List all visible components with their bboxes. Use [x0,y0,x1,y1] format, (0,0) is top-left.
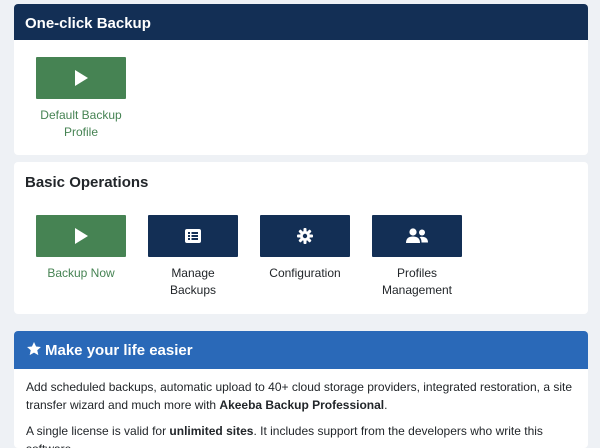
default-backup-profile-tile[interactable] [36,57,126,99]
promo-body: Add scheduled backups, automatic upload … [14,369,588,448]
gear-icon [297,228,313,244]
play-icon [75,70,88,86]
play-icon [75,228,88,244]
basic-operations-title: Basic Operations [25,174,149,191]
profiles-management-label[interactable]: Profiles Management [372,265,462,299]
promo-text-end: . [384,398,388,412]
license-text: A single license is valid for [26,424,170,438]
promo-header: Make your life easier [14,331,588,369]
list-icon [185,229,201,243]
promo-card: Make your life easier Add scheduled back… [14,331,588,448]
users-icon [406,228,428,243]
promo-product-name: Akeeba Backup Professional [219,398,385,412]
one-click-backup-title: One-click Backup [25,15,151,32]
one-click-backup-card: One-click Backup Default Backup Profile [14,4,588,155]
manage-backups-tile[interactable] [148,215,238,257]
license-highlight: unlimited sites [169,424,254,438]
manage-backups-button[interactable]: Manage Backups [148,215,238,299]
star-icon [27,342,41,356]
configuration-tile[interactable] [260,215,350,257]
promo-title: Make your life easier [45,342,193,359]
backup-now-button[interactable]: Backup Now [36,215,126,282]
backup-now-label[interactable]: Backup Now [36,265,126,282]
profiles-management-tile[interactable] [372,215,462,257]
promo-paragraph-2: A single license is valid for unlimited … [26,422,576,448]
configuration-button[interactable]: Configuration [260,215,350,282]
basic-operations-card: Basic Operations Backup Now Manage Backu… [14,162,588,314]
configuration-label[interactable]: Configuration [260,265,350,282]
one-click-backup-header: One-click Backup [14,4,588,40]
promo-paragraph-1: Add scheduled backups, automatic upload … [26,378,576,414]
default-backup-profile-button[interactable]: Default Backup Profile [36,57,126,141]
backup-now-tile[interactable] [36,215,126,257]
profiles-management-button[interactable]: Profiles Management [372,215,462,299]
manage-backups-label[interactable]: Manage Backups [148,265,238,299]
default-backup-profile-label[interactable]: Default Backup Profile [36,107,126,141]
